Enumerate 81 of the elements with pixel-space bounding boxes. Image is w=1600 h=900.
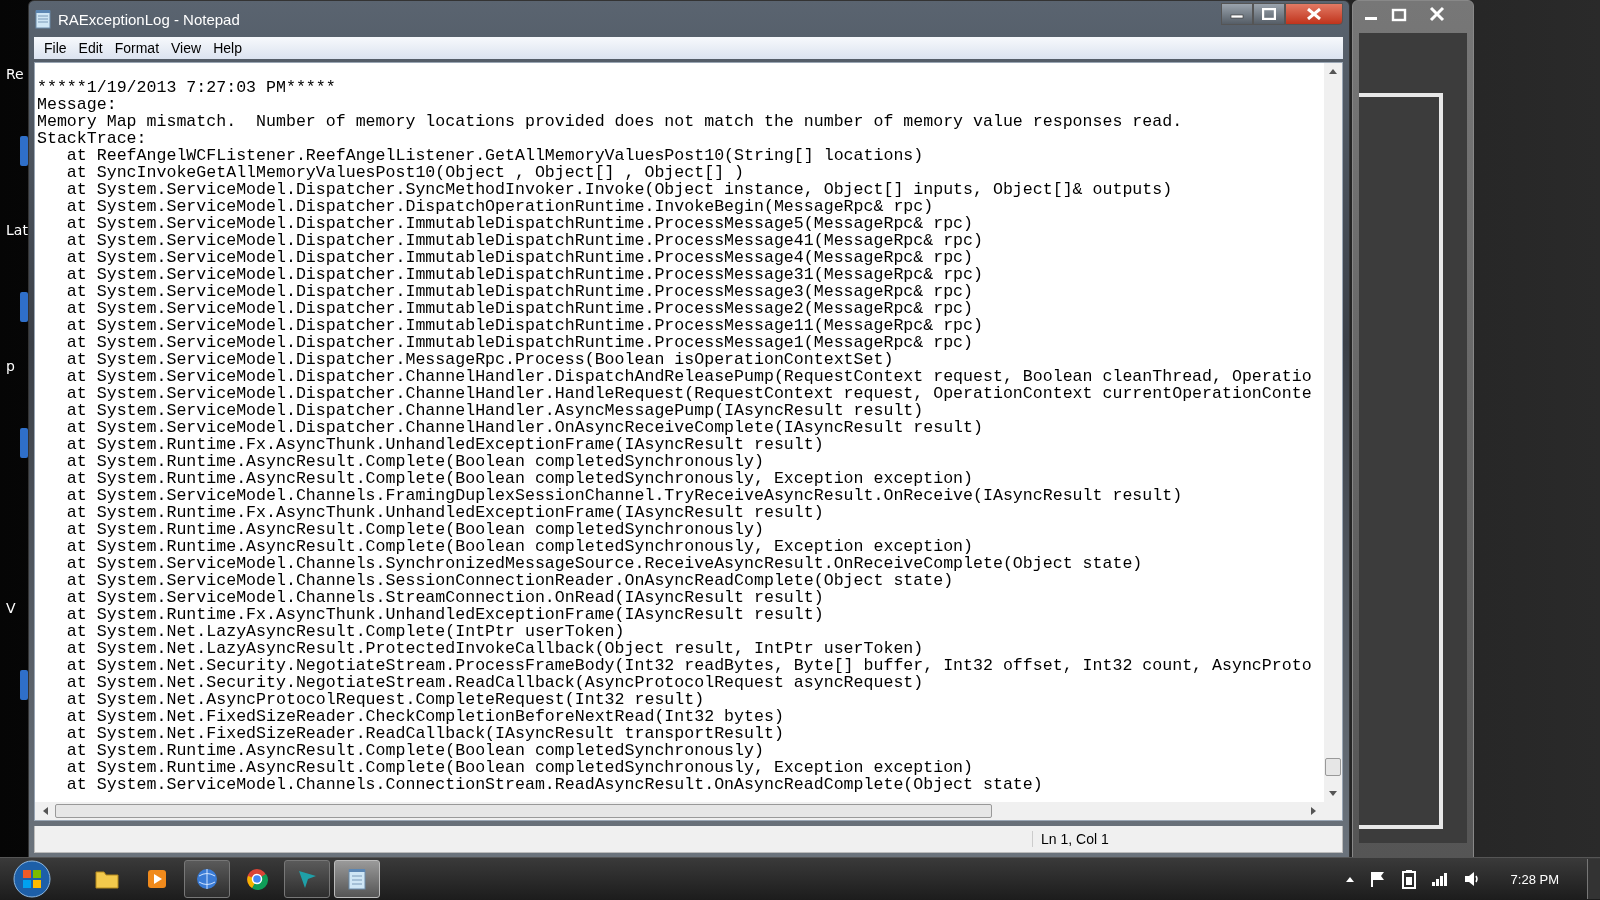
text-line: at System.ServiceModel.Dispatcher.ImmutableDispatchRuntime.ProcessMessage11(MessageRpc& rpc)	[65, 317, 983, 334]
text-line: *****1/19/2013 7:27:03 PM*****	[37, 79, 336, 96]
browser-icon	[246, 868, 268, 890]
text-line: at System.Runtime.AsyncResult.Complete(Boolean completedSynchronously)	[65, 742, 764, 759]
text-line: at System.ServiceModel.Dispatcher.ChannelHandler.DispatchAndReleasePump(RequestContext request, Boolean cleanThread, Operatio	[65, 368, 1312, 385]
text-line: at System.Net.Security.NegotiateStream.ProcessFrameBody(Int32 readBytes, Byte[] buffer, Int32 offset, Int32 count, AsyncProto	[65, 657, 1312, 674]
text-line: at System.Net.Security.NegotiateStream.ReadCallback(AsyncProtocolRequest asyncRequest)	[65, 674, 924, 691]
text-line: StackTrace:	[37, 130, 147, 147]
maximize-icon	[1262, 8, 1276, 20]
text-line: at System.ServiceModel.Dispatcher.ImmutableDispatchRuntime.ProcessMessage1(MessageRpc& rpc)	[65, 334, 974, 351]
text-line: Message:	[37, 96, 117, 113]
text-line: at System.Net.LazyAsyncResult.ProtectedInvokeCallback(Object result, IntPtr userToken)	[65, 640, 924, 657]
minimize-button[interactable]	[1221, 3, 1253, 25]
desktop-icon-label[interactable]: Re	[6, 66, 24, 82]
battery-icon[interactable]	[1400, 869, 1417, 889]
text-line: at System.Net.AsyncProtocolRequest.CompleteRequest(Int32 result)	[65, 691, 705, 708]
text-line: at System.Runtime.AsyncResult.Complete(Boolean completedSynchronously)	[65, 521, 764, 538]
text-line: at System.Runtime.AsyncResult.Complete(Boolean completedSynchronously, Exception exception)	[65, 538, 974, 555]
scroll-left-icon[interactable]	[41, 806, 49, 816]
text-line: at System.ServiceModel.Dispatcher.ChannelHandler.OnAsyncReceiveComplete(IAsyncResult result)	[65, 419, 983, 436]
text-line: at System.ServiceModel.Channels.FramingDuplexSessionChannel.TryReceiveAsyncResult.OnReceive(IAsyncResult result)	[65, 487, 1183, 504]
arrow-icon	[296, 868, 318, 890]
scroll-thumb[interactable]	[55, 804, 992, 818]
window-title: RAExceptionLog - Notepad	[58, 10, 240, 28]
cursor-position: Ln 1, Col 1	[1032, 831, 1109, 847]
text-line: at System.Runtime.AsyncResult.Complete(Boolean completedSynchronously, Exception exception)	[65, 759, 974, 776]
text-line: at System.ServiceModel.Dispatcher.ChannelHandler.AsyncMessagePump(IAsyncResult result)	[65, 402, 924, 419]
scroll-thumb[interactable]	[1325, 758, 1341, 776]
taskbar-button[interactable]	[184, 860, 230, 898]
speaker-icon[interactable]	[1462, 870, 1481, 888]
globe-icon	[195, 867, 219, 891]
menu-item[interactable]: File	[38, 40, 73, 56]
desktop-icon-label[interactable]: V	[6, 600, 16, 616]
text-line: at System.Runtime.AsyncResult.Complete(Boolean completedSynchronously)	[65, 453, 764, 470]
text-line: at System.ServiceModel.Dispatcher.ImmutableDispatchRuntime.ProcessMessage4(MessageRpc& rpc)	[65, 249, 974, 266]
scroll-right-icon[interactable]	[1310, 806, 1318, 816]
desktop-icon-label[interactable]: Lat	[6, 222, 28, 238]
menu-item[interactable]: Edit	[72, 40, 109, 56]
text-line: at System.ServiceModel.Dispatcher.DispatchOperationRuntime.InvokeBegin(MessageRpc& rpc)	[65, 198, 934, 215]
text-line: at ReefAngelWCFListener.ReefAngelListener.GetAllMemoryValuesPost10(String[] locations)	[65, 147, 924, 164]
vertical-scrollbar[interactable]	[1324, 63, 1342, 802]
text-line: at System.ServiceModel.Channels.StreamConnection.OnRead(IAsyncResult result)	[65, 589, 824, 606]
maximize-button[interactable]	[1253, 3, 1285, 25]
menu-item[interactable]: View	[165, 40, 208, 56]
start-button[interactable]	[12, 859, 52, 899]
signal-icon[interactable]	[1430, 871, 1449, 887]
show-desktop-button[interactable]	[1587, 859, 1600, 899]
text-line: at System.Runtime.Fx.AsyncThunk.UnhandledExceptionFrame(IAsyncResult result)	[65, 504, 824, 521]
text-line: at System.ServiceModel.Dispatcher.ChannelHandler.HandleRequest(RequestContext request, OperationContext currentOperationConte	[65, 385, 1312, 402]
play-icon	[146, 868, 168, 890]
text-line: at System.Runtime.AsyncResult.Complete(Boolean completedSynchronously, Exception exception)	[65, 470, 974, 487]
menu-item[interactable]: Format	[108, 40, 166, 56]
desktop-icon-label[interactable]: p	[6, 358, 15, 374]
notepad-icon	[347, 868, 367, 890]
text-line: at System.ServiceModel.Channels.ConnectionStream.ReadAsyncResult.OnAsyncReadComplete(Object state)	[65, 776, 1043, 793]
text-line: at System.ServiceModel.Channels.SessionConnectionReader.OnAsyncReadComplete(Object state)	[65, 572, 954, 589]
text-line: Memory Map mismatch. Number of memory locations provided does not match the number of memory value responses read.	[37, 113, 1183, 130]
text-line: at System.Net.FixedSizeReader.CheckCompletionBeforeNextRead(Int32 bytes)	[65, 708, 784, 725]
text-line: at System.ServiceModel.Dispatcher.SyncMethodInvoker.Invoke(Object instance, Object[] inputs, Object[]& outputs)	[65, 181, 1173, 198]
text-line: at System.Runtime.Fx.AsyncThunk.UnhandledExceptionFrame(IAsyncResult result)	[65, 606, 824, 623]
clock[interactable]: 7:28 PM	[1510, 871, 1559, 887]
text-line: at System.Net.FixedSizeReader.ReadCallback(IAsyncResult transportResult)	[65, 725, 784, 742]
menu-item[interactable]: Help	[207, 40, 248, 56]
text-line: at System.ServiceModel.Dispatcher.ImmutableDispatchRuntime.ProcessMessage31(MessageRpc& rpc)	[65, 266, 983, 283]
notepad-icon	[34, 9, 52, 29]
scroll-down-icon[interactable]	[1328, 790, 1338, 798]
close-icon	[1306, 8, 1322, 20]
text-line: at System.ServiceModel.Dispatcher.ImmutableDispatchRuntime.ProcessMessage2(MessageRpc& rpc)	[65, 300, 974, 317]
text-line: at System.Runtime.Fx.AsyncThunk.UnhandledExceptionFrame(IAsyncResult result)	[65, 436, 824, 453]
close-button[interactable]	[1285, 3, 1343, 25]
flag-icon[interactable]	[1368, 870, 1387, 888]
text-line: at System.ServiceModel.Channels.SynchronizedMessageSource.ReceiveAsyncResult.OnReceiveComplete(Object state)	[65, 555, 1143, 572]
text-line: at System.Net.LazyAsyncResult.Complete(IntPtr userToken)	[65, 623, 625, 640]
scroll-up-icon[interactable]	[1328, 67, 1338, 75]
text-line: at System.ServiceModel.Dispatcher.ImmutableDispatchRuntime.ProcessMessage5(MessageRpc& rpc)	[65, 215, 974, 232]
text-line: at System.ServiceModel.Dispatcher.ImmutableDispatchRuntime.ProcessMessage3(MessageRpc& rpc)	[65, 283, 974, 300]
show-hidden-icons-icon[interactable]	[1344, 875, 1355, 883]
text-line: at System.ServiceModel.Dispatcher.ImmutableDispatchRuntime.ProcessMessage41(MessageRpc& rpc)	[65, 232, 983, 249]
folder-icon	[95, 868, 119, 890]
text-line: at SyncInvokeGetAllMemoryValuesPost10(Object , Object[] , Object[] )	[65, 164, 744, 181]
text-line: at System.ServiceModel.Dispatcher.MessageRpc.Process(Boolean isOperationContextSet)	[65, 351, 894, 368]
